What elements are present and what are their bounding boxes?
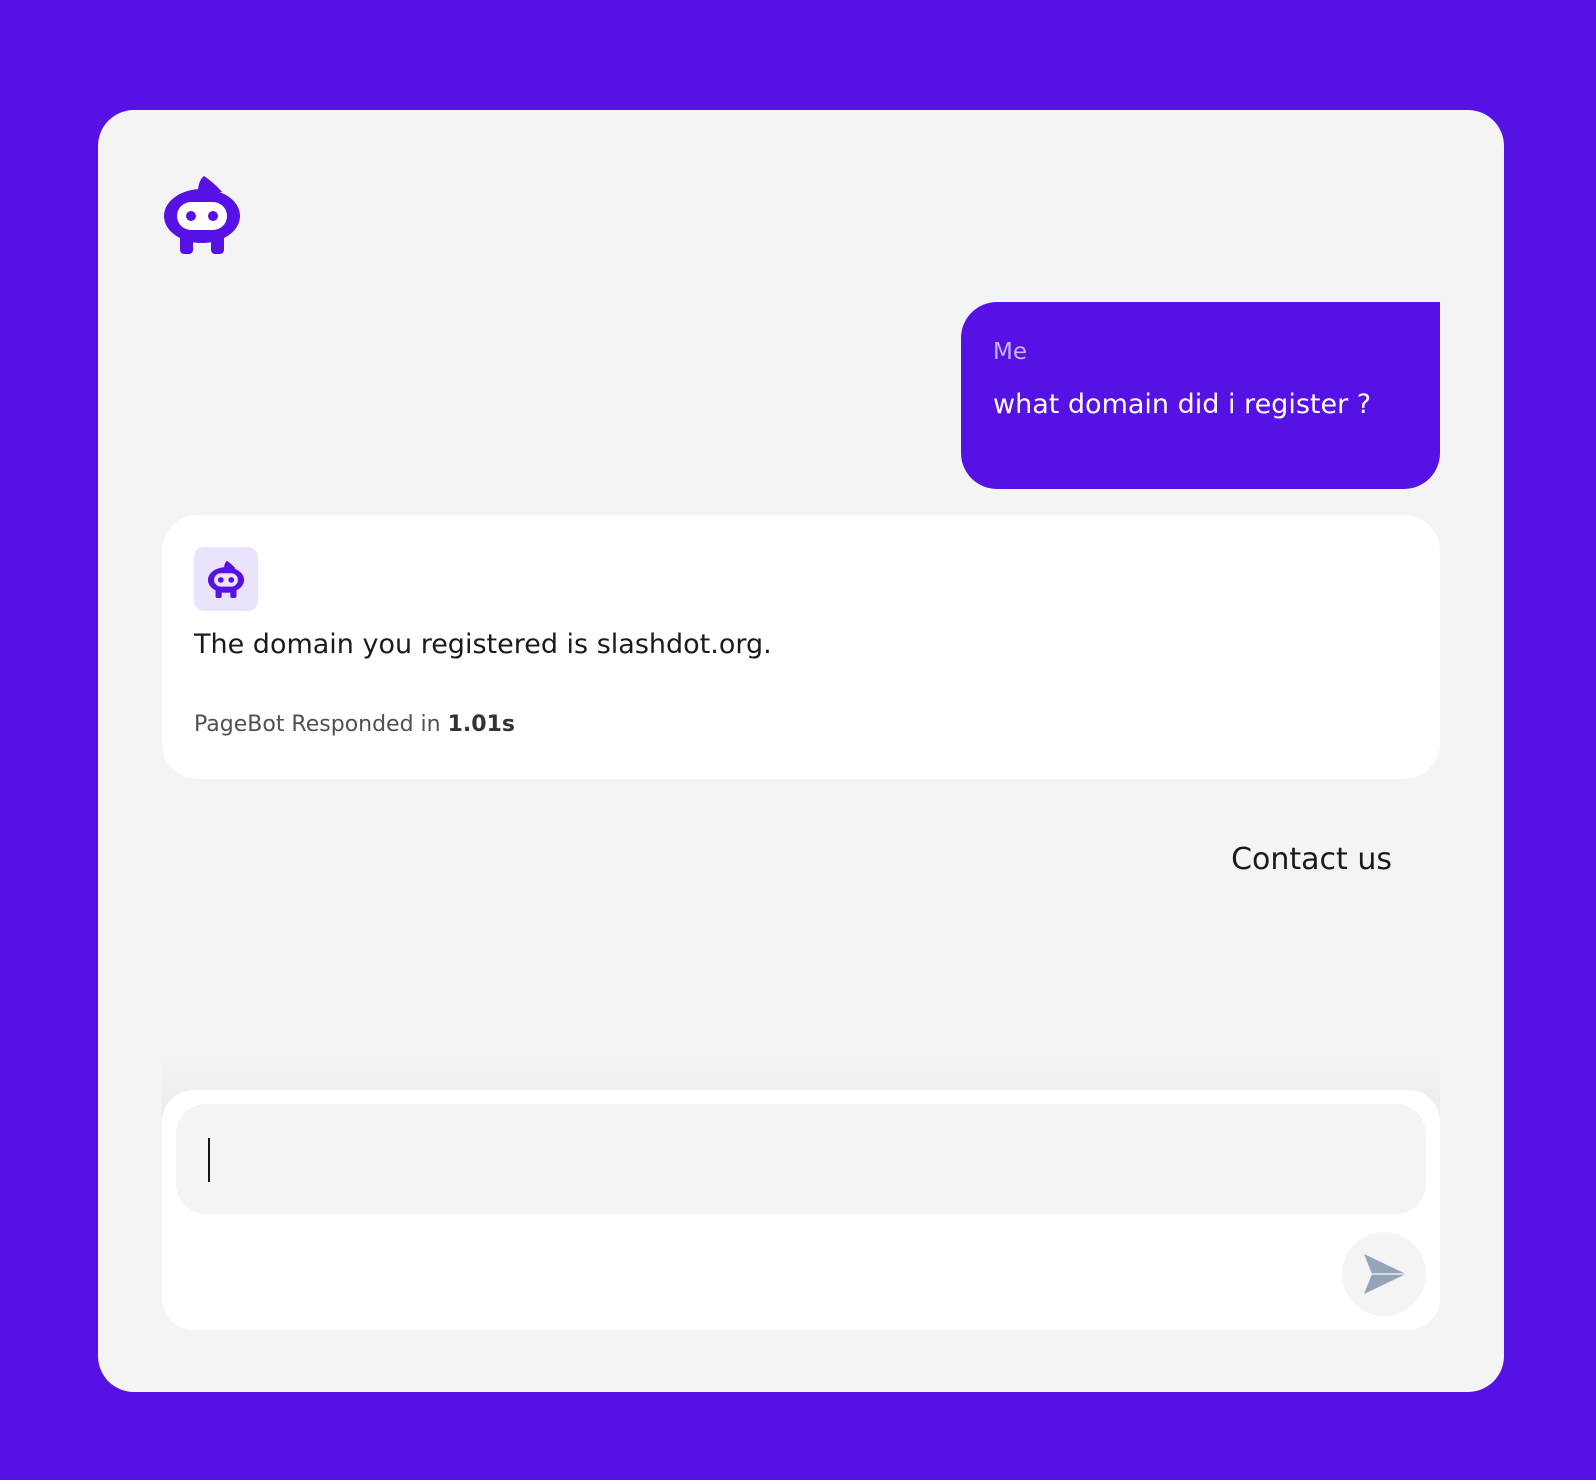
send-icon: [1364, 1254, 1406, 1294]
text-caret: [208, 1138, 210, 1182]
robot-icon: [207, 560, 245, 599]
message-composer: [162, 1090, 1440, 1330]
send-button[interactable]: [1342, 1232, 1426, 1316]
contact-us-link[interactable]: Contact us: [1231, 840, 1392, 880]
robot-logo-icon: [160, 172, 244, 256]
chat-window: Me what domain did i register ? The doma…: [98, 110, 1504, 1392]
response-time-meta: PageBot Responded in 1.01s: [194, 711, 515, 739]
bot-message-text: The domain you registered is slashdot.or…: [194, 629, 772, 660]
user-message-bubble: Me what domain did i register ?: [961, 302, 1440, 489]
message-input[interactable]: [176, 1104, 1426, 1214]
user-message-text: what domain did i register ?: [993, 389, 1372, 420]
response-meta-prefix: PageBot Responded in: [194, 712, 441, 737]
message-sender-label: Me: [993, 339, 1027, 365]
bot-avatar: [194, 547, 258, 611]
bot-message-card: The domain you registered is slashdot.or…: [162, 515, 1440, 779]
response-time-value: 1.01s: [447, 712, 515, 737]
